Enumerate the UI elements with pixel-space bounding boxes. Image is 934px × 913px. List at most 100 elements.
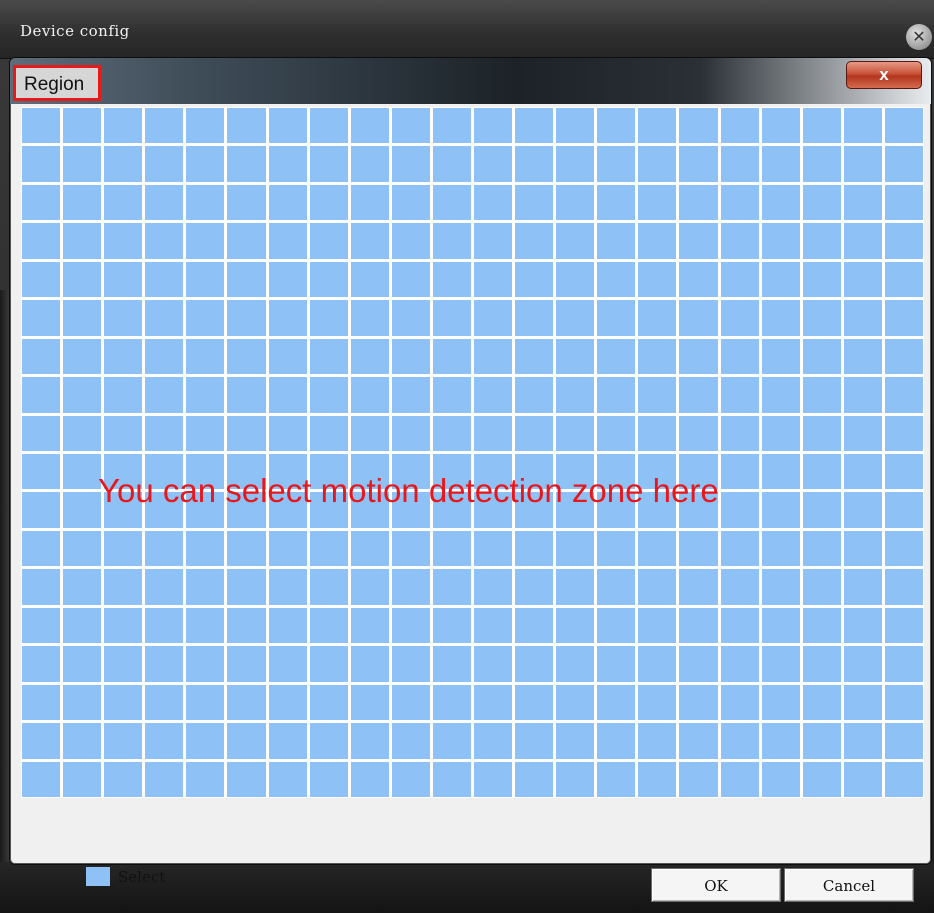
grid-cell[interactable] — [515, 684, 554, 721]
grid-cell[interactable] — [884, 723, 923, 759]
grid-cell[interactable] — [720, 607, 759, 644]
grid-cell[interactable] — [309, 761, 348, 797]
grid-cell[interactable] — [432, 453, 471, 490]
grid-cell[interactable] — [104, 184, 143, 221]
grid-cell[interactable] — [679, 607, 718, 644]
grid-cell[interactable] — [63, 184, 102, 221]
grid-cell[interactable] — [186, 415, 225, 451]
grid-cell[interactable] — [63, 684, 102, 721]
grid-cell[interactable] — [268, 530, 307, 567]
grid-cell[interactable] — [432, 646, 471, 682]
grid-cell[interactable] — [884, 377, 923, 413]
grid-cell[interactable] — [802, 607, 841, 644]
grid-cell[interactable] — [515, 492, 554, 528]
grid-cell[interactable] — [473, 530, 513, 567]
grid-cell[interactable] — [227, 569, 266, 605]
grid-cell[interactable] — [268, 646, 307, 682]
grid-cell[interactable] — [432, 261, 471, 298]
grid-cell[interactable] — [720, 646, 759, 682]
grid-cell[interactable] — [597, 684, 636, 721]
grid-cell[interactable] — [309, 146, 348, 182]
grid-cell[interactable] — [761, 415, 800, 451]
grid-cell[interactable] — [309, 415, 348, 451]
grid-cell[interactable] — [556, 723, 595, 759]
grid-cell[interactable] — [473, 569, 513, 605]
grid-cell[interactable] — [350, 377, 389, 413]
grid-cell[interactable] — [515, 646, 554, 682]
grid-cell[interactable] — [145, 723, 184, 759]
grid-cell[interactable] — [145, 415, 184, 451]
grid-cell[interactable] — [884, 530, 923, 567]
grid-cell[interactable] — [802, 377, 841, 413]
grid-cell[interactable] — [679, 569, 718, 605]
grid-cell[interactable] — [309, 300, 348, 336]
grid-cell[interactable] — [309, 492, 348, 528]
grid-cell[interactable] — [104, 723, 143, 759]
grid-cell[interactable] — [432, 492, 471, 528]
grid-cell[interactable] — [186, 300, 225, 336]
grid-cell[interactable] — [843, 261, 882, 298]
grid-cell[interactable] — [679, 723, 718, 759]
grid-cell[interactable] — [761, 338, 800, 375]
grid-cell[interactable] — [268, 108, 307, 144]
grid-cell[interactable] — [63, 261, 102, 298]
grid-cell[interactable] — [638, 569, 677, 605]
grid-cell[interactable] — [473, 607, 513, 644]
grid-cell[interactable] — [22, 338, 61, 375]
grid-cell[interactable] — [638, 261, 677, 298]
grid-cell[interactable] — [268, 607, 307, 644]
grid-cell[interactable] — [884, 261, 923, 298]
grid-cell[interactable] — [22, 453, 61, 490]
grid-cell[interactable] — [720, 108, 759, 144]
grid-cell[interactable] — [432, 569, 471, 605]
grid-cell[interactable] — [63, 453, 102, 490]
grid-cell[interactable] — [268, 184, 307, 221]
grid-cell[interactable] — [268, 453, 307, 490]
grid-cell[interactable] — [679, 184, 718, 221]
grid-cell[interactable] — [761, 377, 800, 413]
grid-cell[interactable] — [597, 723, 636, 759]
grid-cell[interactable] — [597, 261, 636, 298]
grid-cell[interactable] — [556, 338, 595, 375]
grid-cell[interactable] — [679, 646, 718, 682]
grid-cell[interactable] — [350, 146, 389, 182]
grid-cell[interactable] — [186, 377, 225, 413]
grid-cell[interactable] — [63, 146, 102, 182]
grid-cell[interactable] — [350, 723, 389, 759]
grid-cell[interactable] — [145, 377, 184, 413]
grid-cell[interactable] — [843, 223, 882, 259]
grid-cell[interactable] — [391, 377, 430, 413]
grid-cell[interactable] — [104, 415, 143, 451]
grid-cell[interactable] — [761, 684, 800, 721]
grid-cell[interactable] — [145, 146, 184, 182]
grid-cell[interactable] — [350, 108, 389, 144]
grid-cell[interactable] — [761, 761, 800, 797]
grid-cell[interactable] — [22, 530, 61, 567]
grid-cell[interactable] — [227, 184, 266, 221]
grid-cell[interactable] — [761, 453, 800, 490]
grid-cell[interactable] — [638, 684, 677, 721]
grid-cell[interactable] — [556, 684, 595, 721]
grid-cell[interactable] — [761, 108, 800, 144]
grid-cell[interactable] — [638, 723, 677, 759]
grid-cell[interactable] — [597, 146, 636, 182]
grid-cell[interactable] — [63, 607, 102, 644]
grid-cell[interactable] — [391, 569, 430, 605]
grid-cell[interactable] — [679, 684, 718, 721]
grid-cell[interactable] — [145, 184, 184, 221]
grid-cell[interactable] — [104, 377, 143, 413]
grid-cell[interactable] — [638, 492, 677, 528]
grid-cell[interactable] — [556, 108, 595, 144]
grid-cell[interactable] — [556, 646, 595, 682]
grid-cell[interactable] — [473, 492, 513, 528]
grid-cell[interactable] — [268, 723, 307, 759]
grid-cell[interactable] — [515, 569, 554, 605]
grid-cell[interactable] — [268, 338, 307, 375]
grid-cell[interactable] — [391, 261, 430, 298]
grid-cell[interactable] — [104, 146, 143, 182]
grid-cell[interactable] — [720, 530, 759, 567]
grid-cell[interactable] — [556, 261, 595, 298]
grid-cell[interactable] — [843, 607, 882, 644]
grid-cell[interactable] — [802, 569, 841, 605]
grid-cell[interactable] — [884, 223, 923, 259]
